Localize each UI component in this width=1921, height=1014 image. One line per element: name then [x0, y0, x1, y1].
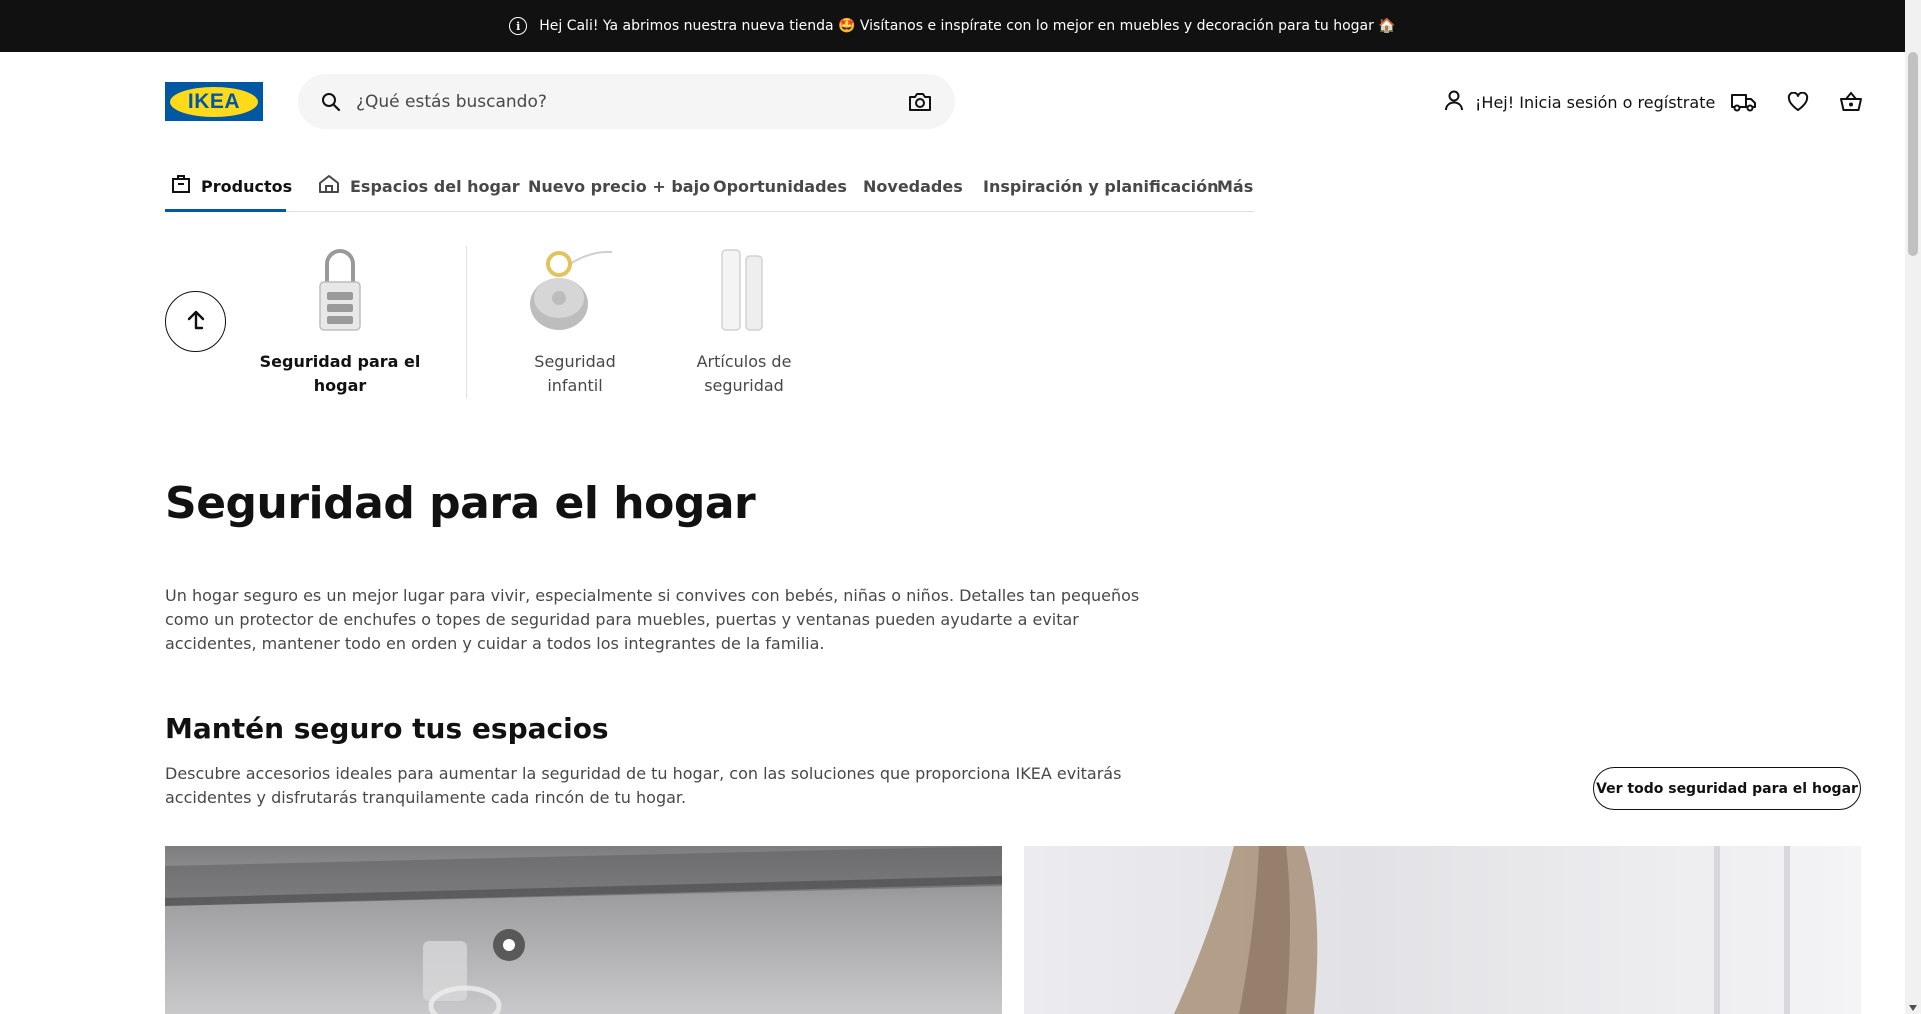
tab-label: Más [1217, 176, 1254, 196]
scrollbar[interactable] [1905, 0, 1921, 1014]
tab-mas[interactable]: Más [1217, 160, 1253, 212]
heart-icon[interactable] [1784, 88, 1812, 116]
page-title: Seguridad para el hogar [165, 478, 756, 529]
product-hotspot[interactable] [493, 929, 525, 961]
tab-label: Espacios del hogar [350, 176, 520, 196]
login-link[interactable]: ¡Hej! Inicia sesión o regístrate [1443, 88, 1715, 116]
banner-text: Hej Cali! Ya abrimos nuestra nueva tiend… [539, 18, 1396, 34]
category-label: Artículos de seguridad [696, 352, 792, 395]
ikea-logo[interactable]: IKEA [165, 82, 263, 121]
tab-inspiracion[interactable]: Inspiración y planificación [983, 160, 1219, 212]
product-image-card[interactable] [165, 846, 1002, 1014]
login-label: ¡Hej! Inicia sesión o regístrate [1475, 92, 1716, 112]
back-up-button[interactable] [165, 291, 226, 352]
tab-nuevo-precio[interactable]: Nuevo precio + bajo [528, 160, 710, 212]
camera-icon[interactable] [907, 89, 933, 115]
main-nav: Productos Espacios del hogar Nuevo preci… [165, 160, 1254, 212]
truck-icon[interactable] [1730, 88, 1758, 116]
category-label: Seguridad infantil [534, 352, 616, 395]
tab-productos[interactable]: Productos [171, 160, 292, 212]
tab-novedades[interactable]: Novedades [863, 160, 963, 212]
search-bar[interactable] [298, 74, 955, 129]
basket-icon[interactable] [1837, 88, 1865, 116]
section-title: Mantén seguro tus espacios [165, 712, 609, 745]
scrollbar-thumb[interactable] [1908, 52, 1918, 256]
tab-label: Productos [201, 176, 293, 196]
active-tab-indicator [165, 209, 286, 212]
scroll-down-icon[interactable] [1909, 1005, 1917, 1011]
search-input[interactable] [356, 91, 907, 112]
lifestyle-image-card[interactable] [1024, 846, 1861, 1014]
tab-label: Nuevo precio + bajo [528, 176, 711, 196]
box-icon [171, 174, 191, 198]
arrow-up-icon [185, 308, 207, 336]
tab-label: Novedades [863, 176, 963, 196]
hotspot-dot-icon [503, 939, 515, 951]
logo-text: IKEA [187, 89, 241, 113]
tab-label: Oportunidades [713, 176, 847, 196]
top-banner: i Hej Cali! Ya abrimos nuestra nueva tie… [0, 0, 1905, 52]
child-safety-icon [525, 244, 625, 336]
user-icon [1443, 89, 1465, 115]
tab-label: Inspiración y planificación [983, 176, 1219, 196]
tab-oportunidades[interactable]: Oportunidades [713, 160, 847, 212]
door-sensor-icon [694, 244, 794, 336]
category-label: Seguridad para el hogar [259, 352, 421, 395]
tab-espacios-del-hogar[interactable]: Espacios del hogar [318, 160, 520, 212]
category-seguridad-hogar[interactable]: Seguridad para el hogar [248, 244, 432, 398]
category-articulos-seguridad[interactable]: Artículos de seguridad [689, 244, 799, 398]
section-description: Descubre accesorios ideales para aumenta… [165, 764, 1122, 807]
info-icon: i [509, 17, 528, 35]
category-seguridad-infantil[interactable]: Seguridad infantil [505, 244, 645, 398]
see-all-button[interactable]: Ver todo seguridad para el hogar [1593, 767, 1861, 810]
padlock-icon [290, 244, 390, 336]
search-icon[interactable] [320, 91, 342, 113]
category-divider [466, 246, 467, 398]
intro-text: Un hogar seguro es un mejor lugar para v… [165, 586, 1140, 653]
home-icon [318, 174, 340, 198]
